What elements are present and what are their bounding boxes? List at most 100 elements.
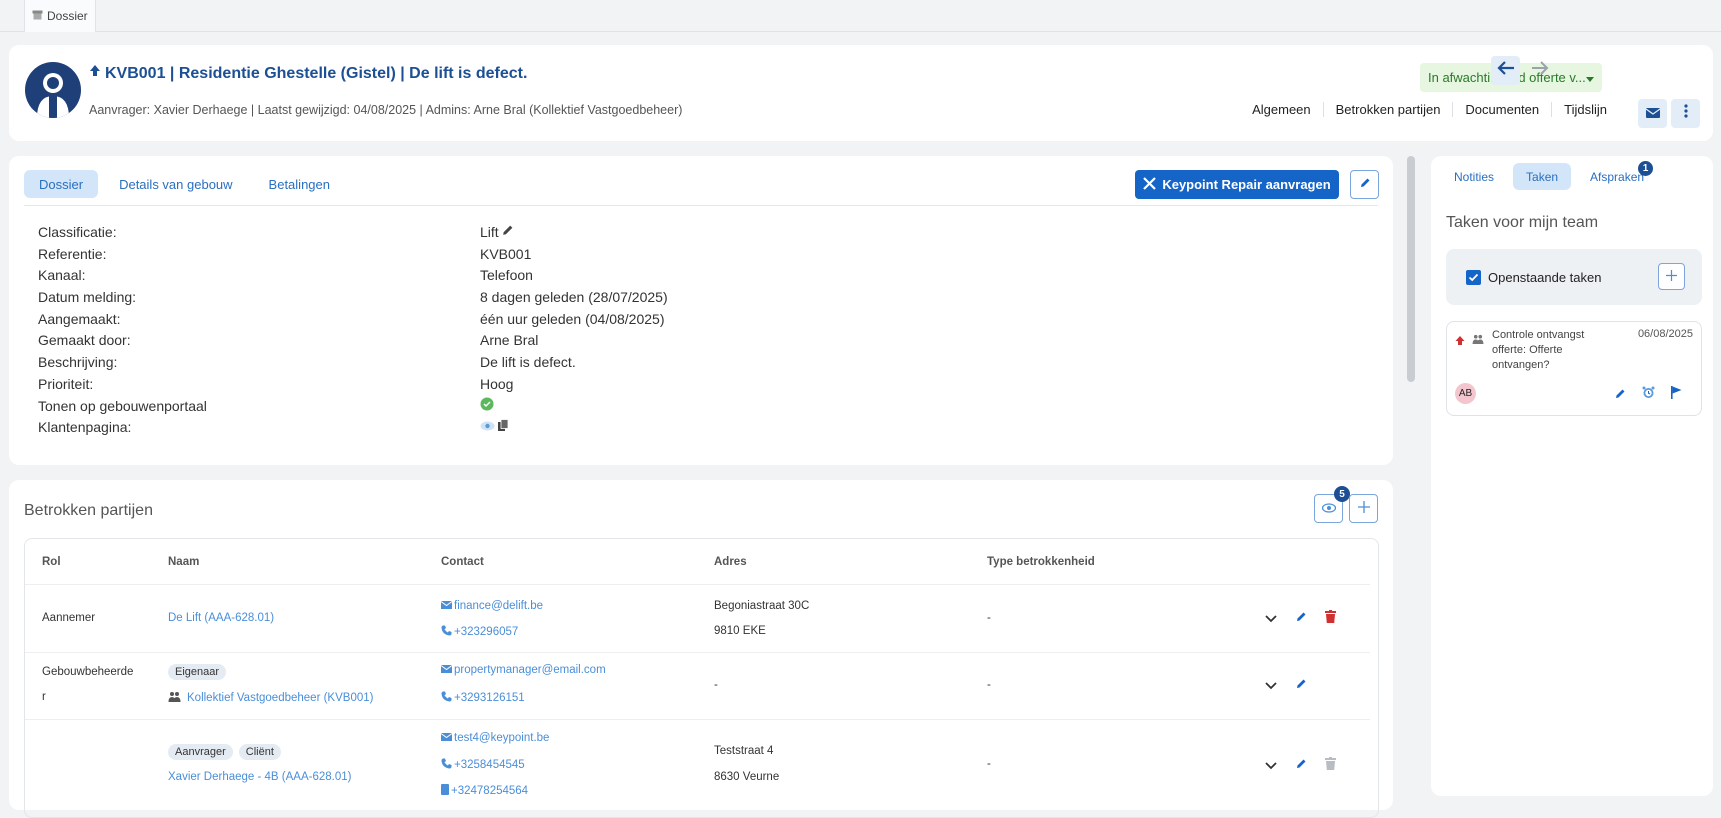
mobile-icon	[441, 784, 449, 798]
detail-value: De lift is defect.	[480, 354, 576, 371]
priority-up-icon	[89, 64, 101, 83]
keypoint-repair-label: Keypoint Repair aanvragen	[1162, 177, 1331, 192]
open-tasks-label: Openstaande taken	[1488, 270, 1602, 285]
phone-text: +323296057	[454, 626, 519, 638]
caret-down-icon	[1586, 70, 1594, 85]
detail-value: Lift	[480, 224, 499, 240]
party-phone[interactable]: +3258454545	[441, 758, 525, 772]
row-divider	[25, 584, 1370, 585]
name-text: Kollektief Vastgoedbeheer (KVB001)	[187, 692, 374, 704]
tab-details-van-gebouw[interactable]: Details van gebouw	[104, 170, 247, 198]
tab-taken[interactable]: Taken	[1513, 163, 1572, 190]
detail-row-beschrijving: Beschrijving: De lift is defect.	[38, 352, 738, 374]
task-card[interactable]: Controle ontvangst offerte: Offerte ontv…	[1446, 321, 1702, 416]
scrollbar-thumb[interactable]	[1407, 156, 1415, 382]
detail-row-referentie: Referentie: KVB001	[38, 244, 738, 266]
trash-icon[interactable]	[1325, 757, 1336, 773]
chevron-down-icon[interactable]	[1265, 761, 1277, 773]
arrow-left-icon	[1496, 61, 1515, 80]
plus-icon	[1666, 268, 1677, 286]
badge-eigenaar: Eigenaar	[168, 664, 227, 680]
detail-value: Telefoon	[480, 267, 533, 284]
detail-value: Hoog	[480, 375, 514, 392]
party-phone[interactable]: +3293126151	[441, 691, 525, 705]
chevron-down-icon[interactable]	[1265, 614, 1277, 626]
pencil-icon[interactable]	[501, 222, 514, 244]
checkbox-checked-icon[interactable]	[1466, 270, 1481, 290]
tab-dossier-details[interactable]: Dossier	[24, 170, 99, 198]
party-phone[interactable]: +323296057	[441, 625, 518, 639]
row-divider	[25, 719, 1370, 720]
phone-icon	[441, 758, 452, 772]
mail-icon	[440, 600, 453, 612]
party-name-link[interactable]: Xavier Derhaege - 4B (AAA-628.01)	[168, 771, 351, 783]
copy-icon[interactable]	[497, 417, 509, 439]
trash-icon[interactable]	[1325, 610, 1336, 626]
nav-documenten[interactable]: Documenten	[1452, 102, 1551, 117]
check-circle-icon	[480, 396, 494, 418]
more-vertical-icon	[1683, 104, 1688, 123]
archive-icon	[32, 9, 43, 23]
add-party-button[interactable]	[1349, 494, 1378, 523]
mail-icon	[1645, 105, 1660, 123]
nav-tijdslijn[interactable]: Tijdslijn	[1551, 102, 1619, 117]
next-button[interactable]	[1525, 56, 1554, 85]
assignee-avatar: AB	[1455, 383, 1476, 404]
arrow-right-icon	[1531, 61, 1549, 80]
column-header-contact: Contact	[441, 556, 484, 568]
tab-dossier[interactable]: Dossier	[24, 0, 96, 32]
email-text: finance@delift.be	[454, 600, 544, 612]
phone-text: +3293126151	[454, 692, 525, 704]
pencil-icon	[1359, 176, 1371, 194]
detail-label: Datum melding:	[38, 289, 137, 306]
detail-row-classificatie: Classificatie: Lift	[38, 222, 738, 244]
party-email[interactable]: propertymanager@email.com	[440, 664, 606, 676]
tab-dossier-label: Dossier	[47, 9, 88, 23]
more-options-button[interactable]	[1671, 99, 1700, 128]
detail-value: 8 dagen geleden (28/07/2025)	[480, 289, 668, 306]
detail-row-prioriteit: Prioriteit: Hoog	[38, 374, 738, 396]
priority-up-icon	[1455, 334, 1465, 352]
detail-label: Prioriteit:	[38, 375, 94, 392]
pencil-icon[interactable]	[1295, 678, 1307, 693]
mail-button[interactable]	[1638, 99, 1667, 128]
eye-icon[interactable]	[480, 417, 495, 439]
party-email[interactable]: finance@delift.be	[440, 600, 544, 612]
chevron-down-icon[interactable]	[1265, 681, 1277, 693]
party-email[interactable]: test4@keypoint.be	[440, 732, 549, 744]
nav-algemeen[interactable]: Algemeen	[1240, 102, 1323, 117]
party-name-link[interactable]: Kollektief Vastgoedbeheer (KVB001)	[168, 691, 373, 705]
pencil-icon[interactable]	[1295, 758, 1307, 773]
party-name-link[interactable]: De Lift (AAA-628.01)	[168, 612, 274, 624]
parties-table: Rol Naam Contact Adres Type betrokkenhei…	[24, 538, 1379, 818]
party-address-line1: Teststraat 4	[714, 745, 774, 757]
column-header-type: Type betrokkenheid	[987, 556, 1095, 568]
dossier-details-card: Dossier Details van gebouw Betalingen Ke…	[9, 156, 1393, 465]
party-address-line1: Begoniastraat 30C	[714, 600, 810, 612]
edit-dossier-button[interactable]	[1350, 170, 1379, 199]
people-icon	[1472, 331, 1484, 349]
pencil-icon[interactable]	[1295, 611, 1307, 626]
betrokken-partijen-card: Betrokken partijen 5 Rol Naam Contact Ad…	[9, 480, 1393, 818]
flag-icon[interactable]	[1671, 386, 1682, 404]
task-due-date: 06/08/2025	[1637, 328, 1693, 340]
mobile-text: +32478254564	[451, 785, 529, 797]
detail-label: Aangemaakt:	[38, 310, 121, 327]
phone-icon	[441, 625, 452, 639]
tab-afspraken[interactable]: Afspraken 1	[1577, 161, 1657, 190]
party-type: -	[987, 679, 991, 691]
pencil-icon[interactable]	[1614, 387, 1626, 405]
afspraken-count-badge: 1	[1638, 161, 1654, 176]
detail-row-aangemaakt: Aangemaakt: één uur geleden (04/08/2025)	[38, 309, 738, 331]
nav-betrokken-partijen[interactable]: Betrokken partijen	[1322, 102, 1453, 117]
detail-row-kanaal: Kanaal: Telefoon	[38, 265, 738, 287]
tab-notities[interactable]: Notities	[1441, 163, 1507, 190]
dossier-header: KVB001 | Residentie Ghestelle (Gistel) |…	[9, 45, 1713, 141]
tab-betalingen[interactable]: Betalingen	[254, 170, 345, 198]
keypoint-repair-button[interactable]: Keypoint Repair aanvragen	[1135, 170, 1339, 199]
detail-value: één uur geleden (04/08/2025)	[480, 310, 665, 327]
alarm-clock-icon[interactable]	[1642, 386, 1655, 404]
add-task-button[interactable]	[1658, 263, 1685, 290]
previous-button[interactable]	[1491, 56, 1520, 85]
party-mobile[interactable]: +32478254564	[441, 784, 528, 798]
